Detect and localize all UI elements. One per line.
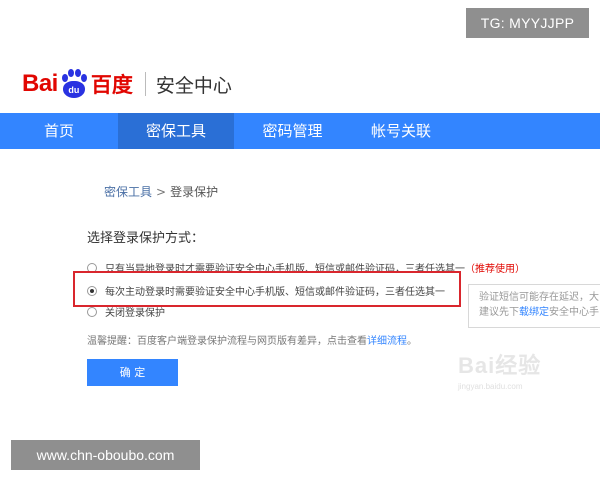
main-nav: 首页 密保工具 密码管理 帐号关联 [0,113,600,149]
nav-item-home[interactable]: 首页 [0,113,118,149]
reminder-end: 。 [407,336,417,347]
baidu-jingyan-watermark: Bai经验 jingyan.baidu.com [458,348,570,400]
page-title: 安全中心 [155,74,232,97]
baidu-security-logo[interactable]: Bai du 百度 安全中心 [22,66,232,102]
logo-divider [144,72,146,96]
tooltip-line-2-suffix: 安全中心手 [549,307,599,318]
logo-text-du: du [62,81,85,98]
reminder-note: 温馨提醒：百度客户端登录保护流程与网页版有差异，点击查看详细流程。 [87,332,417,347]
baidu-paw-icon: du [59,69,89,99]
nav-item-account-linking[interactable]: 帐号关联 [351,113,451,149]
tg-overlay-badge: TG: MYYJJPP [466,8,589,38]
sms-delay-tooltip: 验证短信可能存在延迟，大 建议先下载绑定安全中心手 [468,284,600,328]
highlight-annotation-box [73,271,461,307]
tooltip-line-2: 建议先下载绑定安全中心手 [479,305,599,320]
logo-text-baidu-cn: 百度 [90,73,133,97]
site-overlay-badge: www.chn-oboubo.com [11,440,200,470]
logo-text-bai: Bai [22,70,58,97]
section-title: 选择登录保护方式： [87,231,205,246]
breadcrumb-current: 登录保护 [170,185,219,199]
nav-item-security-tools[interactable]: 密保工具 [118,113,234,149]
recommend-tag: （推荐使用） [465,264,525,275]
tooltip-line-2-prefix: 建议先下 [479,307,519,318]
tooltip-line-1: 验证短信可能存在延迟，大 [479,292,599,303]
watermark-mark: Bai经验 [458,353,542,378]
nav-item-password-management[interactable]: 密码管理 [234,113,351,149]
breadcrumb-parent-link[interactable]: 密保工具 [104,185,152,199]
confirm-button[interactable]: 确 定 [87,359,178,386]
reminder-text: 温馨提醒：百度客户端登录保护流程与网页版有差异，点击查看 [87,336,367,347]
breadcrumb: 密保工具 > 登录保护 [104,183,218,200]
detailed-flow-link[interactable]: 详细流程 [367,336,407,347]
watermark-url: jingyan.baidu.com [458,382,523,391]
radio-disable-protection[interactable] [87,306,97,317]
breadcrumb-separator: > [156,185,167,199]
tooltip-download-link[interactable]: 载绑定 [519,307,549,318]
